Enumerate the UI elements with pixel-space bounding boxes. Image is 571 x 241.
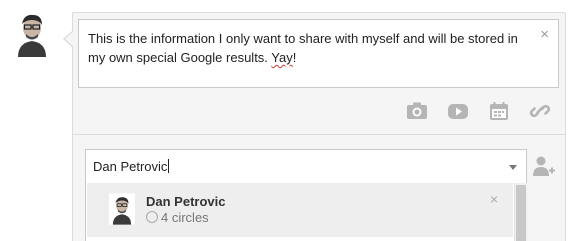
- post-text-box[interactable]: This is the information I only want to s…: [78, 19, 559, 88]
- card-divider: [73, 134, 565, 135]
- suggestion-avatar: [109, 192, 135, 226]
- suggestions-scrollbar[interactable]: [514, 183, 527, 241]
- share-with-input[interactable]: Dan Petrovic: [85, 149, 527, 184]
- suggestion-circles-text: 4 circles: [161, 210, 209, 225]
- share-with-value[interactable]: Dan Petrovic: [93, 159, 170, 174]
- video-icon[interactable]: [447, 101, 469, 126]
- suggestion-item[interactable]: Dan Petrovic 4 circles ×: [87, 183, 513, 237]
- chevron-down-icon[interactable]: [509, 165, 517, 170]
- suggestion-name: Dan Petrovic: [146, 194, 226, 209]
- close-icon[interactable]: ×: [540, 27, 549, 42]
- suggestion-circles: 4 circles: [146, 210, 209, 225]
- post-text-main: This is the information I only want to s…: [88, 31, 518, 65]
- people-suggestions: Dan Petrovic 4 circles ×: [85, 183, 527, 241]
- circle-icon: [146, 211, 158, 223]
- remove-suggestion-icon[interactable]: ×: [490, 191, 498, 207]
- share-box: This is the information I only want to s…: [0, 0, 571, 241]
- scrollbar-thumb[interactable]: [516, 185, 526, 241]
- card-pointer-inner: [65, 32, 73, 46]
- add-person-icon[interactable]: [532, 155, 556, 177]
- event-icon[interactable]: [488, 101, 510, 126]
- misspelled-word[interactable]: Yay: [271, 50, 292, 65]
- link-icon[interactable]: [529, 101, 551, 126]
- post-text-end: !: [292, 50, 297, 65]
- share-with-text: Dan Petrovic: [93, 159, 168, 174]
- camera-icon[interactable]: [406, 101, 428, 126]
- post-text[interactable]: This is the information I only want to s…: [88, 29, 528, 67]
- attachment-toolbar: [404, 101, 554, 123]
- profile-avatar[interactable]: [12, 9, 52, 57]
- text-caret: [168, 159, 170, 173]
